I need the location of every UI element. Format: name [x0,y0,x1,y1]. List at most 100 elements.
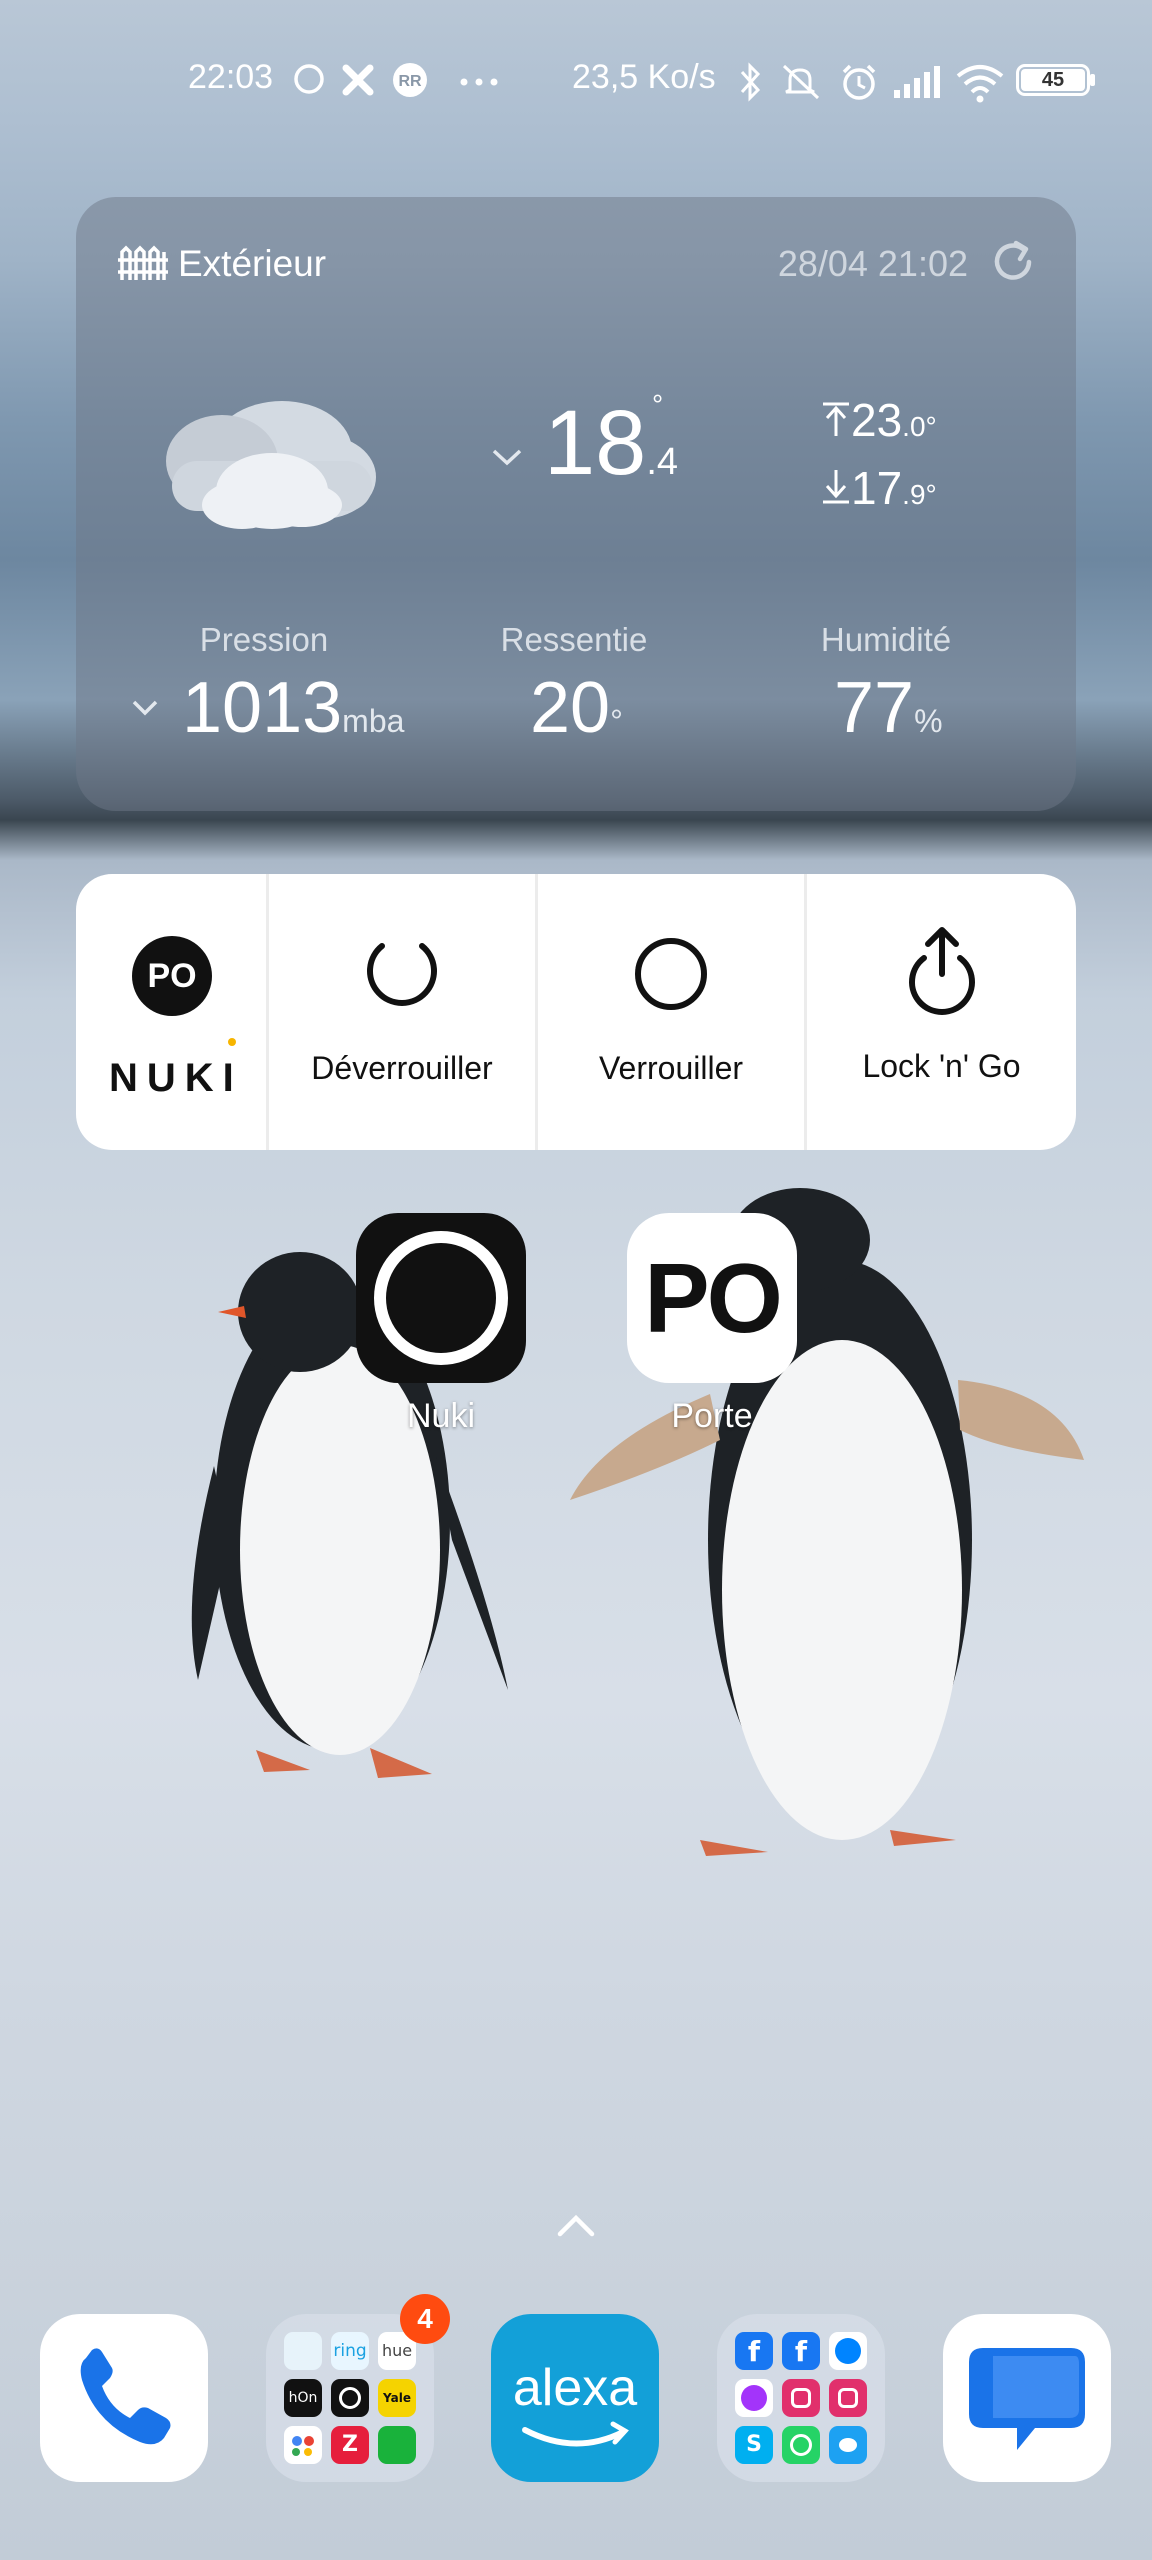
whatsapp-icon [782,2426,820,2464]
signal-icon [894,66,940,98]
device-badge: PO [132,936,212,1016]
refresh-icon[interactable] [988,237,1038,287]
unlock-label: Déverrouiller [311,1050,493,1086]
humidity-unit: % [914,703,943,739]
nuki-logo: NUKI [109,1056,243,1100]
chevron-down-icon [492,449,522,466]
status-time: 22:03 [188,58,274,96]
zodiac-app-icon: Z [331,2426,369,2464]
porte-app-icon: PO [627,1213,797,1383]
messages-app[interactable] [943,2314,1111,2482]
alexa-app[interactable]: alexa [491,2314,659,2482]
yale-app-icon: Yale [378,2379,416,2417]
min-temperature: 17.9° [821,461,937,515]
cloudy-icon [166,401,376,529]
feels-like-value: 20° [530,667,623,749]
nuki-ring-icon [374,1231,508,1365]
chevron-down-icon [132,700,158,716]
max-degree: ° [925,411,937,442]
humidity-label: Humidité [820,621,952,658]
nuki-device[interactable]: PO NUKI [76,874,266,1150]
ring-app-icon: ring [331,2332,369,2370]
facebook-icon: f [735,2332,773,2370]
weather-location[interactable]: Extérieur [116,241,326,285]
rr-app-icon: RR [393,63,427,97]
max-temperature: 23.0° [821,393,937,447]
battery-icon: 45 [1016,64,1090,96]
arrow-down-icon [823,470,849,504]
lock-circle-icon [635,938,707,1010]
nuki-logo-dot [228,1038,236,1046]
twitter-icon [829,2426,867,2464]
min-int: 17 [851,462,903,514]
messages-icon [969,2348,1085,2450]
skype-icon: S [735,2426,773,2464]
alarm-icon [842,64,876,100]
weather-location-label: Extérieur [178,243,327,285]
unlock-button[interactable]: Déverrouiller [269,874,535,1150]
folder-notification-badge: 4 [400,2294,450,2344]
temperature-int: 18 [544,392,647,494]
pressure-value: 1013mba [182,667,404,749]
phone-icon [80,2348,171,2445]
pressure-unit: mba [342,703,405,739]
lock-label: Verrouiller [598,1050,744,1086]
mute-icon [782,64,820,100]
bluetooth-icon [740,62,761,102]
google-assistant-icon [284,2426,322,2464]
temperature-degree: ° [652,389,664,420]
nuki-mini-icon [331,2379,369,2417]
app-porte[interactable]: PO Porte [627,1213,797,1436]
fan-icon [342,64,374,96]
app-drawer-chevron-icon[interactable] [556,2212,596,2238]
penguins-wallpaper [191,1188,1084,1856]
lock-button[interactable]: Verrouiller [538,874,804,1150]
status-bar: 22:03 RR 23,5 Ko/s 45 [0,52,1152,108]
facebook-icon: f [782,2332,820,2370]
green-app-icon [378,2426,416,2464]
phone-app[interactable] [40,2314,208,2482]
current-temperature: 18.4 ° [544,389,679,489]
arrow-up-icon [823,402,849,436]
app-nuki-label: Nuki [406,1397,476,1435]
amazon-smile-icon [522,2421,629,2447]
more-dots-icon[interactable] [458,62,502,96]
hon-app-icon: hOn [284,2379,322,2417]
feels-like-label: Ressentie [500,621,648,658]
max-dec: .0 [902,411,926,442]
messenger-icon [735,2379,773,2417]
instagram-icon [829,2379,867,2417]
weather-widget[interactable]: Extérieur 28/04 21:02 18.4 ° 23.0° 17.9°… [76,197,1076,811]
wifi-icon [956,65,1004,103]
lock-n-go-button[interactable]: Lock 'n' Go [807,874,1076,1150]
app-porte-label: Porte [671,1397,753,1435]
smart-home-folder[interactable]: ring hue hOn Yale Z [266,2314,434,2482]
min-degree: ° [925,479,937,510]
fibaro-app-icon [284,2332,322,2370]
temperature-dec: .4 [646,441,679,483]
nuki-app-icon [356,1213,526,1383]
feels-unit: ° [610,703,623,739]
network-rate: 23,5 Ko/s [572,58,716,96]
lock-n-go-icon [908,927,975,1015]
circle-icon [294,64,324,94]
unlock-arc-icon [367,943,437,1006]
svg-text:RR: RR [398,73,422,90]
nuki-widget: PO NUKI Déverrouiller Verrouiller Lock '… [76,874,1076,1150]
lock-n-go-label: Lock 'n' Go [862,1048,1021,1084]
pressure-number: 1013 [182,668,343,748]
humidity-value: 77% [834,667,943,749]
feels-number: 20 [530,668,611,748]
max-int: 23 [851,394,903,446]
pressure-label: Pression [199,621,329,658]
min-dec: .9 [902,479,926,510]
fence-icon [118,245,168,281]
instagram-icon [782,2379,820,2417]
weather-updated: 28/04 21:02 [777,243,968,284]
battery-tip [1090,74,1095,86]
battery-level: 45 [1021,69,1085,91]
social-folder[interactable]: f f S [717,2314,885,2482]
humidity-number: 77 [834,668,915,748]
messenger-icon [829,2332,867,2370]
app-nuki[interactable]: Nuki [356,1213,526,1436]
